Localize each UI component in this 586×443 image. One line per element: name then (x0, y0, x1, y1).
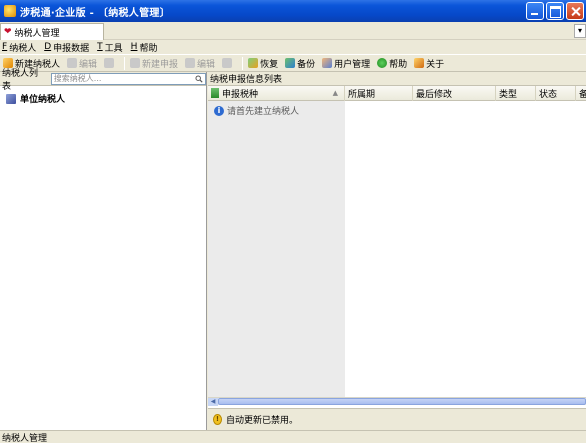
taxpayer-list-header: 纳税人列表 (0, 69, 206, 92)
backup-button[interactable]: 备份 (283, 55, 317, 71)
heart-icon: ❤ (4, 27, 12, 37)
new-declaration-button[interactable]: 新建申报 (128, 55, 180, 71)
column-tax-type[interactable]: 申报税种 ▲ (208, 85, 345, 101)
info-icon: i (214, 105, 224, 116)
edit-taxpayer-button[interactable]: 编辑 (65, 55, 99, 71)
window-title: 涉税通·企业版 - 〔纳税人管理〕 (20, 7, 171, 19)
toolbar-separator (124, 56, 126, 70)
menu-help[interactable]: H 帮助 (131, 41, 158, 54)
column-status[interactable]: 状态 (536, 85, 576, 101)
column-remarks[interactable]: 备 (576, 86, 586, 101)
tax-type-icon (211, 88, 219, 98)
user-management-button[interactable]: 用户管理 (320, 55, 372, 71)
horizontal-scrollbar[interactable]: ◀ (208, 397, 586, 406)
about-icon (414, 58, 425, 68)
delete-declaration-button[interactable] (220, 55, 236, 71)
column-last-modified[interactable]: 最后修改 (413, 85, 496, 101)
help-button[interactable]: 帮助 (375, 55, 409, 71)
scrollbar-thumb[interactable] (218, 398, 586, 405)
column-type[interactable]: 类型 (496, 85, 536, 101)
status-bar: 纳税人管理 (0, 430, 586, 443)
new-declaration-icon (130, 58, 141, 68)
restore-icon (248, 58, 259, 68)
minimize-icon[interactable] (526, 2, 544, 20)
maximize-icon[interactable] (546, 2, 564, 20)
about-button[interactable]: 关于 (412, 55, 446, 71)
users-icon (322, 58, 333, 68)
delete-taxpayer-button[interactable] (102, 55, 118, 71)
search-input[interactable] (53, 74, 192, 83)
tax-type-column-body (208, 101, 345, 397)
delete-icon (104, 58, 115, 68)
delete-icon (222, 58, 233, 68)
declaration-list-title: 纳税申报信息列表 (210, 75, 283, 85)
tab-label: 纳税人管理 (14, 28, 60, 39)
status-bar-text: 纳税人管理 (2, 433, 48, 443)
taxpayer-list-title: 纳税人列表 (2, 68, 39, 92)
help-icon (377, 58, 388, 68)
search-box (50, 72, 206, 85)
taxpayer-list-panel: 纳税人列表 单位纳税人 (0, 69, 207, 430)
declaration-list-panel: 纳税申报信息列表 申报税种 ▲ 所属期 最后修改 类型 状态 备 i 请首先建立… (208, 72, 586, 430)
warning-icon: ! (213, 414, 222, 425)
tab-strip: ❤ 纳税人管理 ▾ (0, 22, 586, 40)
scroll-left-icon[interactable]: ◀ (208, 398, 218, 406)
empty-hint: i 请首先建立纳税人 (214, 104, 299, 117)
sort-ascending-icon: ▲ (332, 88, 338, 97)
search-icon[interactable] (195, 74, 203, 83)
toolbar-separator (242, 56, 244, 70)
building-icon (6, 93, 16, 104)
menu-declaration-data[interactable]: D 申报数据 (44, 41, 89, 54)
tab-taxpayer-management[interactable]: ❤ 纳税人管理 (0, 23, 104, 40)
window-controls (526, 2, 584, 20)
menu-tools[interactable]: T 工具 (97, 41, 123, 54)
update-status-text: 自动更新已禁用。 (226, 416, 299, 426)
backup-icon (285, 58, 296, 68)
app-icon (4, 5, 16, 17)
column-header-row: 申报税种 ▲ 所属期 最后修改 类型 状态 备 (208, 85, 586, 101)
column-period[interactable]: 所属期 (345, 85, 413, 101)
declaration-list-header: 纳税申报信息列表 (208, 72, 586, 86)
menu-taxpayer[interactable]: F 纳税人 (2, 41, 36, 54)
close-icon[interactable] (566, 2, 584, 20)
empty-hint-text: 请首先建立纳税人 (227, 107, 300, 117)
title-bar: 涉税通·企业版 - 〔纳税人管理〕 (0, 0, 586, 22)
restore-button[interactable]: 恢复 (246, 55, 280, 71)
tab-scroll-icon[interactable]: ▾ (574, 24, 586, 38)
declaration-grid: i 请首先建立纳税人 (208, 101, 586, 397)
tree-item-label: 单位纳税人 (20, 95, 66, 105)
update-status-row: ! 自动更新已禁用。 (208, 408, 586, 430)
menu-bar: F 纳税人 D 申报数据 T 工具 H 帮助 (0, 40, 586, 54)
toolbar: 新建纳税人 编辑 新建申报 编辑 恢复 备份 用户管理 帮助 关于 (0, 54, 586, 72)
edit-declaration-button[interactable]: 编辑 (183, 55, 217, 71)
edit-icon (185, 58, 196, 68)
edit-icon (67, 58, 78, 68)
